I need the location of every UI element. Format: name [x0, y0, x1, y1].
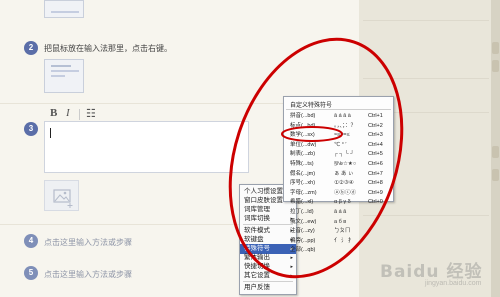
rail-divider [363, 78, 489, 79]
special-symbols-submenu: 自定义特殊符号 拼音(...bd) ā á ǎ à Ctrl+1 标点(...bd) 。… [283, 96, 394, 253]
symbol-menu-item[interactable]: 偏旁(...pp) 亻 氵 扌 [284, 237, 393, 246]
menu-item-other-settings[interactable]: 其它设置 ▸ [240, 271, 296, 281]
submenu-arrow-icon: ▸ [290, 273, 293, 279]
symbol-preview: ā á ǎ à [334, 113, 351, 119]
toolbar-separator [79, 109, 80, 120]
symbol-preview: ⓐⓑⓒⓓ [334, 189, 357, 196]
rail-divider [363, 20, 489, 21]
shortcut-key-label: Ctrl+7 [368, 170, 383, 177]
menu-separator [243, 281, 293, 282]
symbol-preview: ≈≡≠=≤ [334, 132, 350, 139]
sidebar-tab[interactable] [492, 169, 499, 181]
symbol-menu-item[interactable]: 制表(...zb) ┌ ┐ └ ┘ Ctrl+5 [284, 150, 393, 159]
symbol-menu-item[interactable]: 注音(...zy) ㄅㄆㄇ [284, 227, 393, 236]
symbol-preview: ㄅㄆㄇ [334, 228, 351, 235]
submenu-title[interactable]: 自定义特殊符号 [290, 100, 332, 109]
symbol-category-label: 单位(...dw) [290, 141, 317, 148]
shortcut-key-label: Ctrl+9 [368, 189, 383, 196]
shortcut-key-label: Ctrl+3 [368, 132, 383, 139]
shortcut-key-label: Ctrl+0 [368, 199, 383, 206]
symbol-category-label: 全部(...qb) [290, 247, 316, 254]
symbol-menu-item[interactable]: 特殊(...ts) §№☆★○ Ctrl+6 [284, 160, 393, 169]
shortcut-key-label: Ctrl+8 [368, 180, 383, 187]
symbol-category-label: 假名(...jm) [290, 170, 316, 177]
symbol-menu-item[interactable]: 假名(...jm) ぁ あ ぃ Ctrl+7 [284, 170, 393, 179]
symbol-category-label: 偏旁(...pp) [290, 237, 316, 244]
symbol-preview: ①②③④ [334, 180, 354, 187]
shortcut-key-label: Ctrl+2 [368, 122, 383, 129]
symbol-preview: 亻 氵 扌 [334, 237, 354, 244]
symbol-preview: а б в [334, 218, 347, 225]
symbol-category-label: 注音(...zy) [290, 228, 315, 235]
symbol-preview: 。，、；：？ [334, 122, 357, 129]
step-placeholder-text[interactable]: 点击这里输入方法或步骤 [44, 237, 132, 248]
symbol-preview: ℃ ° ′ [334, 141, 347, 148]
symbol-category-label: 字母(...zm) [290, 189, 317, 196]
italic-button[interactable]: I [66, 107, 70, 119]
symbol-preview: §№☆★○ [334, 161, 357, 167]
symbol-category-label: 制表(...zb) [290, 151, 316, 158]
symbol-preview: α β γ δ [334, 199, 351, 206]
menu-item-feedback[interactable]: 用户反馈 [240, 283, 296, 293]
baidu-watermark-url: jingyan.baidu.com [425, 280, 482, 287]
page: 2 把鼠标放在输入法那里，点击右键。 3 B I ☷ 4 点击这里输入方法或步骤… [0, 0, 500, 297]
symbol-preview: ┌ ┐ └ ┘ [334, 151, 355, 158]
sidebar-tab[interactable] [492, 42, 499, 54]
shortcut-key-label: Ctrl+6 [368, 161, 383, 167]
symbol-category-label: 数学(...sx) [290, 132, 315, 139]
symbol-preview: ぁ あ ぃ [334, 170, 354, 177]
step-image-thumbnail[interactable] [44, 0, 84, 18]
symbol-preview: ā á ǎ [334, 209, 347, 215]
symbol-category-label: 希腊(...xl) [290, 199, 314, 206]
step-divider [0, 103, 300, 104]
symbol-category-label: 特殊(...ts) [290, 161, 314, 167]
sidebar-tab[interactable] [492, 60, 499, 72]
image-upload-icon [53, 189, 73, 208]
shortcut-key-label: Ctrl+5 [368, 151, 383, 158]
bold-button[interactable]: B [50, 107, 57, 119]
symbol-category-label: 拼音(...bd) [290, 113, 316, 119]
symbol-menu-item[interactable]: 序号(...xh) ①②③④ Ctrl+8 [284, 179, 393, 188]
shortcut-key-label: Ctrl+1 [368, 113, 383, 119]
step-number-badge: 4 [24, 234, 38, 248]
symbol-category-label: 拉丁(...ld) [290, 209, 314, 215]
step-number-badge: 3 [24, 122, 38, 136]
step-placeholder-text[interactable]: 点击这里输入方法或步骤 [44, 269, 132, 280]
symbol-menu-item[interactable]: 数学(...sx) ≈≡≠=≤ Ctrl+3 [284, 131, 393, 140]
step-image-thumbnail[interactable] [44, 59, 84, 93]
sidebar-tab[interactable] [492, 146, 499, 158]
symbol-menu-item[interactable]: 全部(...qb) [284, 246, 393, 255]
symbol-menu-item[interactable]: 拉丁(...ld) ā á ǎ [284, 208, 393, 217]
symbol-category-label: 俄文(...ew) [290, 218, 317, 225]
symbol-menu-item[interactable]: 字母(...zm) ⓐⓑⓒⓓ Ctrl+9 [284, 189, 393, 198]
symbol-category-label: 序号(...xh) [290, 180, 316, 187]
symbol-menu-item[interactable]: 拼音(...bd) ā á ǎ à Ctrl+1 [284, 112, 393, 121]
symbol-menu-item[interactable]: 单位(...dw) ℃ ° ′ Ctrl+4 [284, 141, 393, 150]
step-number-badge: 2 [24, 41, 38, 55]
step-text-editor[interactable] [44, 121, 249, 173]
symbol-menu-item[interactable]: 希腊(...xl) α β γ δ Ctrl+0 [284, 198, 393, 207]
list-button[interactable]: ☷ [86, 107, 96, 120]
menu-separator [286, 109, 391, 110]
symbol-menu-item[interactable]: 俄文(...ew) а б в [284, 218, 393, 227]
symbol-category-label: 标点(...bd) [290, 122, 316, 129]
step-number-badge: 5 [24, 266, 38, 280]
shortcut-key-label: Ctrl+4 [368, 141, 383, 148]
step-text[interactable]: 把鼠标放在输入法那里，点击右键。 [44, 43, 172, 54]
editor-toolbar: B I ☷ [44, 107, 249, 121]
baidu-watermark: Baidu 经验 [380, 262, 483, 282]
image-upload-button[interactable] [44, 180, 79, 211]
symbol-menu-item[interactable]: 标点(...bd) 。，、；：？ Ctrl+2 [284, 122, 393, 131]
text-caret [50, 128, 51, 138]
